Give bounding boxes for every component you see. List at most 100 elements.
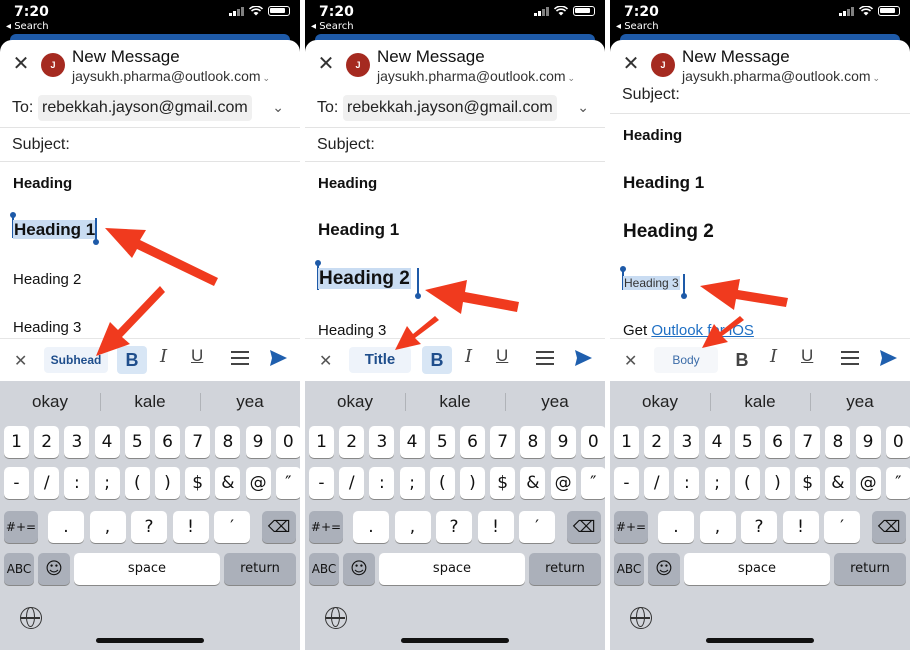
key-punct[interactable]: ! [477, 511, 514, 543]
outlook-ios-link[interactable]: Outlook for iOS [651, 322, 754, 339]
bold-button[interactable]: B [117, 346, 147, 374]
key-punct[interactable]: , [394, 511, 431, 543]
send-icon[interactable] [573, 348, 593, 368]
key-symbol[interactable]: ) [155, 467, 180, 499]
suggestion[interactable]: yea [810, 381, 910, 423]
body-heading-2[interactable]: Heading 2 [623, 221, 714, 243]
bold-button[interactable]: B [727, 346, 757, 374]
body-heading[interactable]: Heading [13, 175, 72, 192]
close-format-icon[interactable]: ✕ [624, 351, 637, 371]
key-3[interactable]: 4 [399, 426, 425, 458]
key-symbol[interactable]: @ [855, 467, 881, 499]
key-1[interactable]: 2 [339, 426, 365, 458]
suggestion[interactable]: kale [100, 381, 200, 423]
key-punct[interactable]: , [699, 511, 736, 543]
key-0[interactable]: 1 [614, 426, 639, 458]
key-5[interactable]: 6 [155, 426, 180, 458]
key-symbol[interactable]: : [674, 467, 700, 499]
list-icon[interactable] [231, 351, 249, 365]
message-body[interactable]: Heading Heading 1 Heading 2 Heading 3 [305, 162, 605, 339]
suggestion[interactable]: okay [0, 381, 100, 423]
key-symbol[interactable]: ( [429, 467, 455, 499]
message-body[interactable]: Heading Heading 1 Heading 2 Heading 3 [0, 162, 300, 338]
backspace-icon[interactable]: ⌫ [262, 511, 296, 543]
send-icon[interactable] [268, 348, 288, 368]
selection-handle-end[interactable] [681, 293, 687, 299]
key-9[interactable]: 0 [275, 426, 300, 458]
close-format-icon[interactable]: ✕ [319, 351, 332, 371]
from-account[interactable]: jaysukh.pharma@outlook.com ⌄ [377, 68, 575, 84]
key-9[interactable]: 0 [885, 426, 910, 458]
symbols-toggle-key[interactable]: #+= [4, 511, 38, 543]
space-key[interactable]: space [684, 553, 830, 585]
message-body[interactable]: Heading Heading 1 Heading 2 Heading 3 Ge… [610, 114, 910, 339]
key-4[interactable]: 5 [124, 426, 150, 458]
globe-icon[interactable] [630, 607, 652, 629]
key-symbol[interactable]: ; [399, 467, 425, 499]
to-row[interactable]: To: rebekkah.jayson@gmail.com ⌄ [305, 90, 605, 128]
key-7[interactable]: 8 [215, 426, 241, 458]
abc-key[interactable]: ABC [4, 553, 34, 585]
key-symbol[interactable]: ″ [275, 467, 300, 499]
key-9[interactable]: 0 [580, 426, 605, 458]
body-heading-1[interactable]: Heading 1 [13, 220, 97, 240]
key-1[interactable]: 2 [34, 426, 60, 458]
body-heading-3[interactable]: Heading 3 [13, 319, 81, 336]
body-heading-2[interactable]: Heading 2 [13, 271, 81, 288]
suggestion[interactable]: yea [200, 381, 300, 423]
underline-button[interactable]: U [496, 346, 508, 366]
key-0[interactable]: 1 [309, 426, 334, 458]
globe-icon[interactable] [20, 607, 42, 629]
key-symbol[interactable]: & [520, 467, 546, 499]
body-heading-1[interactable]: Heading 1 [318, 220, 399, 240]
return-key[interactable]: return [529, 553, 601, 585]
key-6[interactable]: 7 [490, 426, 516, 458]
body-heading-2[interactable]: Heading 2 [318, 268, 411, 290]
bold-button[interactable]: B [422, 346, 452, 374]
selection-handle-end[interactable] [415, 293, 421, 299]
key-symbol[interactable]: & [215, 467, 241, 499]
key-3[interactable]: 4 [704, 426, 730, 458]
key-punct[interactable]: ? [741, 511, 777, 543]
close-format-icon[interactable]: ✕ [14, 351, 27, 371]
emoji-icon[interactable]: ☺ [38, 553, 70, 585]
suggestion[interactable]: okay [610, 381, 710, 423]
back-to-search[interactable]: ◂ Search [616, 21, 659, 32]
key-symbol[interactable]: ; [704, 467, 730, 499]
paragraph-style-button[interactable]: Body [654, 347, 718, 373]
body-heading[interactable]: Heading [623, 127, 682, 144]
key-0[interactable]: 1 [4, 426, 29, 458]
selection-handle-end[interactable] [93, 239, 99, 245]
globe-icon[interactable] [325, 607, 347, 629]
key-punct[interactable]: ? [436, 511, 472, 543]
key-symbol[interactable]: ″ [580, 467, 605, 499]
key-symbol[interactable]: - [614, 467, 639, 499]
key-5[interactable]: 6 [765, 426, 790, 458]
key-2[interactable]: 3 [674, 426, 700, 458]
key-symbol[interactable]: @ [245, 467, 271, 499]
key-symbol[interactable]: @ [550, 467, 576, 499]
key-symbol[interactable]: : [369, 467, 395, 499]
key-symbol[interactable]: $ [795, 467, 821, 499]
key-8[interactable]: 9 [855, 426, 881, 458]
key-6[interactable]: 7 [795, 426, 821, 458]
key-symbol[interactable]: ; [94, 467, 120, 499]
italic-button[interactable]: I [770, 346, 777, 367]
symbols-toggle-key[interactable]: #+= [309, 511, 343, 543]
return-key[interactable]: return [224, 553, 296, 585]
suggestion[interactable]: kale [405, 381, 505, 423]
key-symbol[interactable]: & [825, 467, 851, 499]
italic-button[interactable]: I [160, 346, 167, 367]
emoji-icon[interactable]: ☺ [343, 553, 375, 585]
symbols-toggle-key[interactable]: #+= [614, 511, 648, 543]
key-4[interactable]: 5 [734, 426, 760, 458]
paragraph-style-button[interactable]: Title [349, 347, 411, 373]
from-account[interactable]: jaysukh.pharma@outlook.com ⌄ [72, 68, 270, 84]
key-punct[interactable]: ? [131, 511, 167, 543]
list-icon[interactable] [536, 351, 554, 365]
backspace-icon[interactable]: ⌫ [872, 511, 906, 543]
key-symbol[interactable]: / [339, 467, 365, 499]
emoji-icon[interactable]: ☺ [648, 553, 680, 585]
key-symbol[interactable]: / [644, 467, 670, 499]
key-8[interactable]: 9 [245, 426, 271, 458]
